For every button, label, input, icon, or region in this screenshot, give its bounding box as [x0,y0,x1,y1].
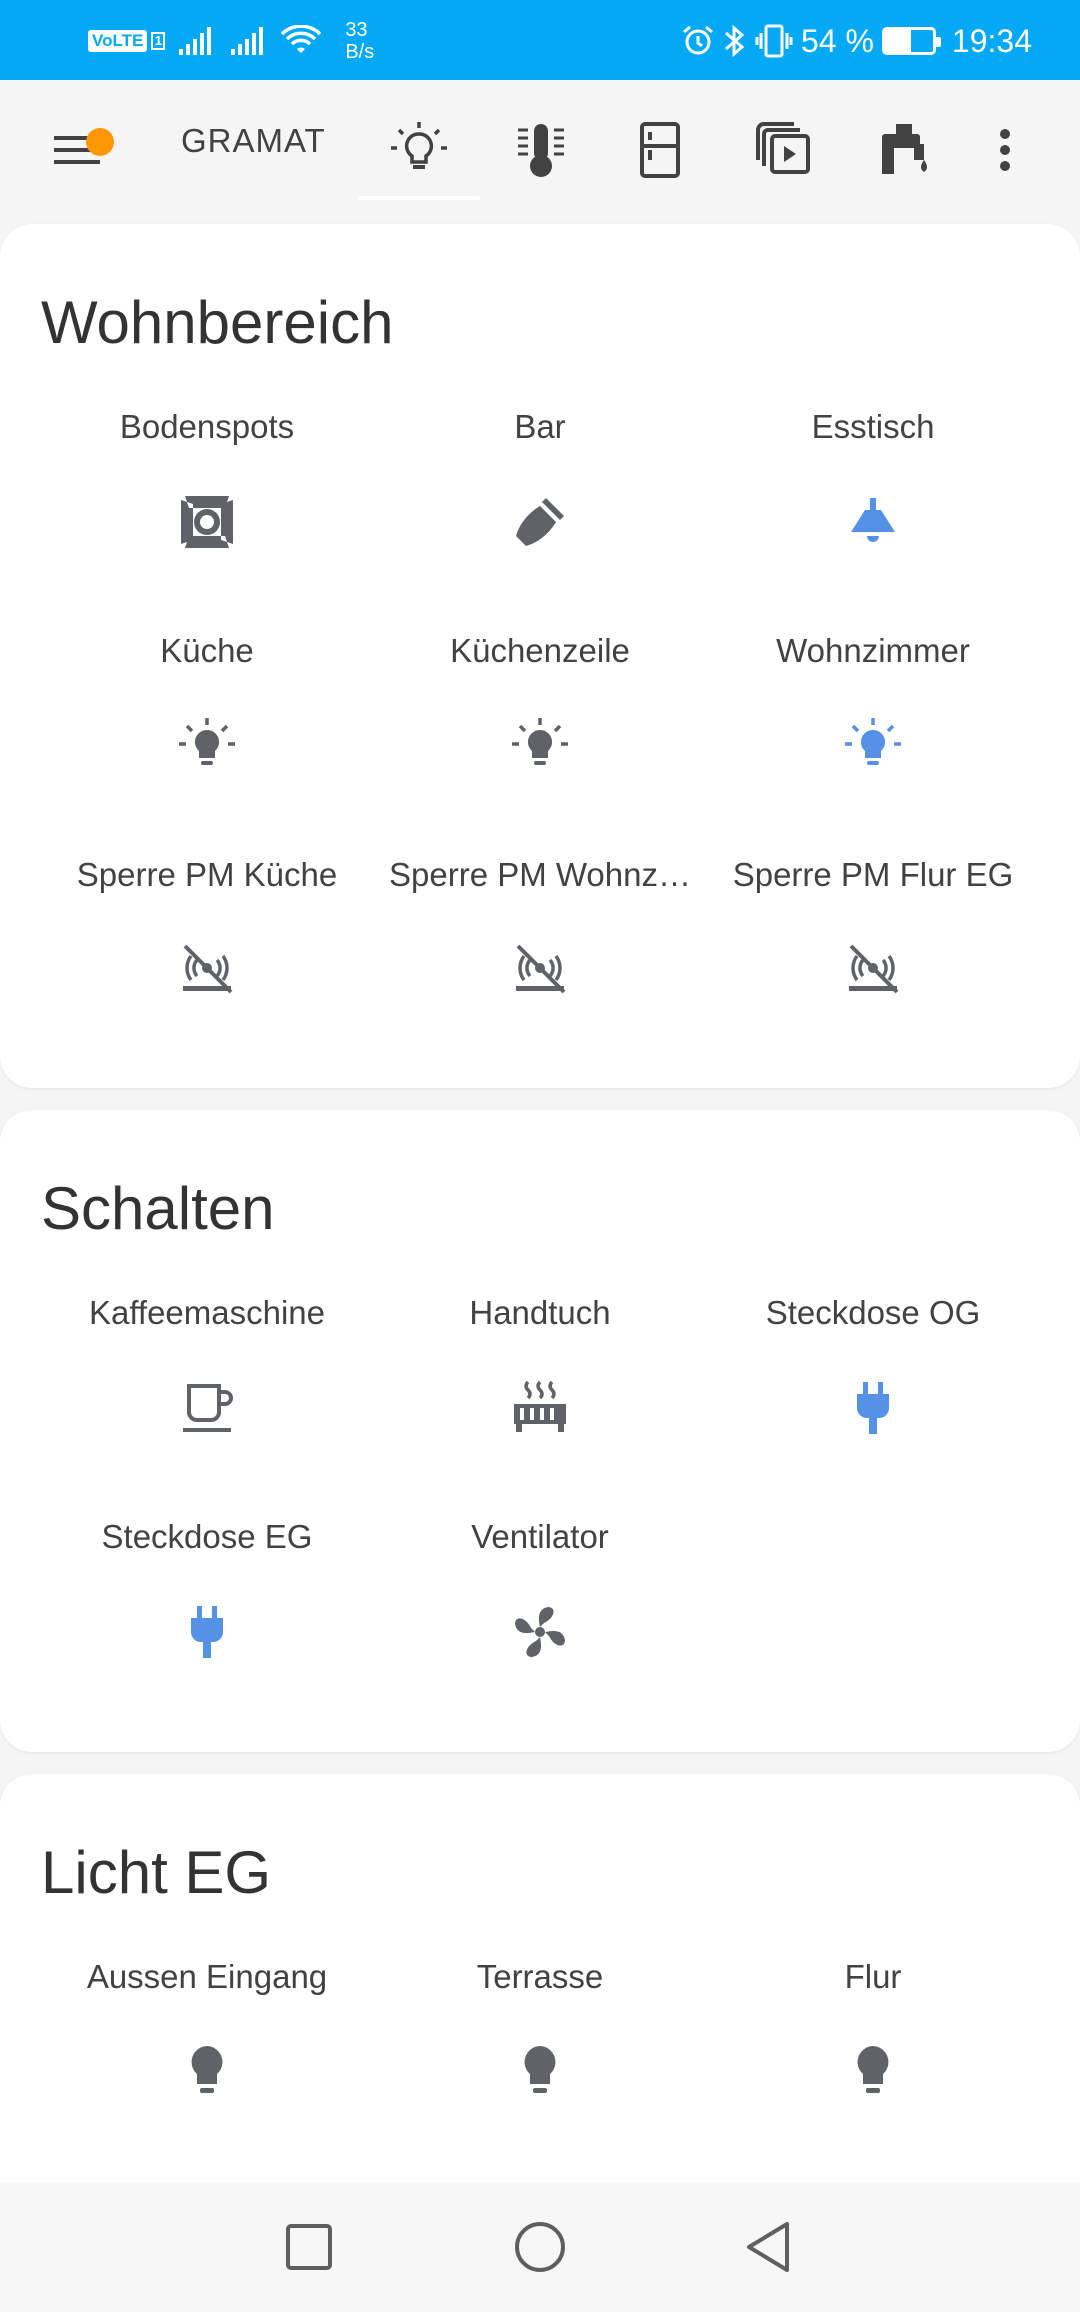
entity-label: Kaffeemaschine [88,1294,326,1331]
entity-label: Wohnzimmer [776,632,970,669]
tab-climate[interactable] [500,110,580,190]
entity-label: Sperre PM Wohnz… [389,856,691,893]
lightbulb-on-icon [845,718,901,765]
entity-label: Küche [160,632,254,669]
entity-label: Esstisch [811,408,935,445]
menu-button[interactable] [40,108,114,192]
entity-label: Bodenspots [119,408,295,445]
alarm-icon [683,25,713,55]
entity-aussen-eingang[interactable]: Aussen Eingang [41,1958,373,2102]
entity-flur[interactable]: Flur [707,1958,1039,2102]
card-wohnbereich: Wohnbereich Bodenspots Bar Esstisch Küch… [0,224,1080,1088]
broom-light-icon [516,498,564,546]
entity-steckdose-og[interactable]: Steckdose OG [707,1294,1039,1438]
card-schalten: Schalten Kaffeemaschine Handtuch Steckdo… [0,1110,1080,1752]
card-title: Wohnbereich [41,289,394,356]
lightbulb-icon [524,2046,556,2093]
entity-label: Terrasse [476,1958,604,1995]
entity-bodenspots[interactable]: Bodenspots [41,408,373,552]
entity-label: Aussen Eingang [86,1958,328,1995]
status-bar: VoLTE 1 33 B/s 54 % 19:34 [0,0,1080,80]
water-pump-icon [882,124,927,174]
entity-sperre-pm-flur-eg[interactable]: Sperre PM Flur EG [707,856,1039,1000]
entity-kuechenzeile[interactable]: Küchenzeile [374,632,706,776]
back-button[interactable] [735,2212,805,2282]
wifi-icon [281,25,322,53]
lightbulb-icon [857,2046,889,2093]
overflow-menu-button[interactable] [980,110,1030,190]
speed-unit: B/s [345,41,375,63]
fridge-icon [640,122,680,178]
motion-sensor-off-icon [849,944,899,994]
network-speed: 33 B/s [345,19,374,63]
media-icon [756,122,810,174]
entity-terrasse[interactable]: Terrasse [374,1958,706,2102]
power-plug-icon [191,1606,223,1658]
entity-sperre-pm-wohnz[interactable]: Sperre PM Wohnz… [374,856,706,1000]
notification-badge [86,128,114,156]
vibrate-icon [755,24,793,58]
card-title: Licht EG [41,1839,272,1906]
tab-media[interactable] [744,110,824,190]
thermometer-icon [518,124,564,177]
coffee-maker-icon [183,1384,233,1432]
card-title: Schalten [41,1175,275,1242]
entity-label: Steckdose OG [765,1294,981,1331]
lightbulb-outline-icon [391,122,447,169]
tab-fridge[interactable] [620,110,700,190]
circle-icon [515,2222,565,2272]
motion-sensor-off-icon [183,944,233,994]
motion-sensor-off-icon [516,944,566,994]
entity-label: Handtuch [469,1294,611,1331]
battery-percent: 54 % [800,22,874,59]
entity-label: Ventilator [471,1518,609,1555]
entity-esstisch[interactable]: Esstisch [707,408,1039,552]
battery-fill [884,30,911,52]
entity-ventilator[interactable]: Ventilator [374,1518,706,1662]
status-left: VoLTE 1 33 B/s [88,18,374,64]
lightbulb-icon [191,2046,223,2093]
triangle-back-icon [747,2222,789,2272]
active-tab-indicator [358,196,480,200]
recents-button[interactable] [274,2212,344,2282]
tab-lights[interactable] [376,110,462,190]
power-plug-icon [857,1382,889,1434]
more-vert-icon [1000,129,1010,171]
entity-handtuch[interactable]: Handtuch [374,1294,706,1438]
entity-label: Steckdose EG [101,1518,313,1555]
entity-sperre-pm-kueche[interactable]: Sperre PM Küche [41,856,373,1000]
radiator-icon [514,1380,566,1432]
status-right: 54 % 19:34 [681,14,1032,68]
entity-label: Bar [514,408,566,445]
volte-sim: 1 [151,32,166,50]
entity-bar[interactable]: Bar [374,408,706,552]
system-nav-bar [0,2182,1080,2312]
ceiling-light-icon [851,498,895,542]
entity-label: Sperre PM Flur EG [732,856,1014,893]
tab-pump[interactable] [866,110,946,190]
entity-kaffeemaschine[interactable]: Kaffeemaschine [41,1294,373,1438]
speed-value: 33 [345,19,368,41]
entity-label: Sperre PM Küche [76,856,338,893]
app-toolbar: GRAMAT [0,80,1080,210]
battery-icon [881,27,941,55]
entity-steckdose-eg[interactable]: Steckdose EG [41,1518,373,1662]
entity-label: Flur [844,1958,902,1995]
entity-wohnzimmer[interactable]: Wohnzimmer [707,632,1039,776]
bluetooth-icon [724,24,745,58]
square-icon [286,2224,332,2270]
entity-label: Küchenzeile [450,632,630,669]
volte-label: VoLTE [88,30,148,52]
home-button[interactable] [505,2212,575,2282]
signal-icon [179,27,212,55]
lightbulb-on-icon [179,718,235,765]
entity-kueche[interactable]: Küche [41,632,373,776]
spotlight-icon [181,496,233,548]
page-title: GRAMAT [181,122,326,159]
lightbulb-on-icon [512,718,568,765]
clock: 19:34 [951,22,1032,59]
signal-icon [231,27,264,55]
volte-indicator: VoLTE 1 [88,30,166,52]
fan-icon [515,1607,565,1657]
